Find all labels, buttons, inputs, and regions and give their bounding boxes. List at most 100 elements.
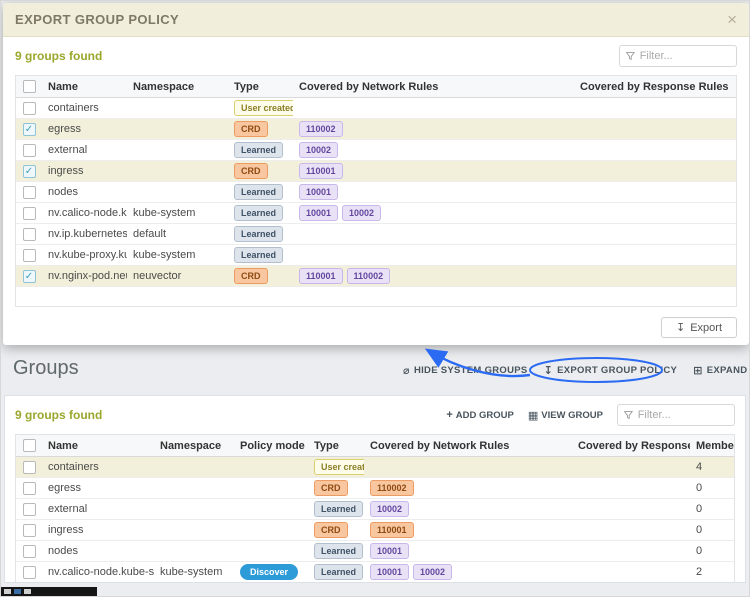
table-row[interactable]: ✓ ingress CRD 110001 (16, 161, 736, 182)
groups-filter-input[interactable] (637, 409, 728, 421)
expand-grid-label: EXPAND GRID (706, 365, 749, 376)
name-cell: egress (48, 482, 82, 494)
namespace-cell (127, 169, 228, 173)
column-header[interactable]: Covered by Network Rules (293, 79, 574, 95)
column-header[interactable]: Policy mode (234, 438, 308, 454)
column-header[interactable]: Covered by Network Rules (364, 438, 572, 454)
page-header: Groups ⌀ HIDE SYSTEM GROUPS ↧ EXPORT GRO… (1, 349, 749, 393)
row-checkbox[interactable] (22, 227, 36, 241)
column-header[interactable]: Members (690, 438, 734, 454)
row-checkbox[interactable] (22, 481, 36, 495)
row-checkbox[interactable] (22, 544, 36, 558)
close-icon[interactable]: × (727, 11, 737, 28)
namespace-cell (127, 127, 228, 131)
row-checkbox[interactable] (22, 460, 36, 474)
network-rules-cell (364, 465, 572, 469)
rule-chip: 110001 (370, 522, 414, 538)
select-all-checkbox[interactable] (22, 80, 36, 93)
table-row[interactable]: external Learned 10002 (16, 140, 736, 161)
table-row[interactable]: nv.calico-node.kube-sys kube-system Discov… (16, 562, 734, 582)
row-checkbox[interactable] (22, 185, 36, 199)
column-header[interactable]: Covered by Response R... (572, 438, 690, 454)
row-checkbox[interactable]: ✓ (22, 269, 36, 283)
members-cell: 0 (696, 524, 703, 536)
namespace-cell (154, 549, 234, 553)
row-checkbox-cell (16, 480, 42, 497)
export-group-policy-button[interactable]: ↧ EXPORT GROUP POLICY (544, 364, 678, 377)
view-group-label: VIEW GROUP (541, 409, 603, 421)
row-checkbox[interactable] (22, 523, 36, 537)
modal-top-row: 9 groups found (15, 45, 737, 67)
row-checkbox[interactable] (22, 101, 36, 115)
table-row[interactable]: nv.kube-proxy.kub kube-system Learned (16, 245, 736, 266)
rule-chip: 10001 (370, 564, 410, 580)
type-cell: Learned (228, 245, 293, 265)
table-row[interactable]: ✓ egress CRD 110002 (16, 119, 736, 140)
name-cell: egress (48, 123, 82, 135)
grid-icon: ▦ (527, 409, 539, 422)
namespace-cell (127, 190, 228, 194)
column-header[interactable]: Type (308, 438, 364, 454)
type-badge: Learned (234, 142, 284, 158)
column-header[interactable]: Name (42, 438, 154, 454)
row-checkbox[interactable] (22, 565, 36, 579)
column-header[interactable]: Type (228, 79, 293, 95)
row-checkbox-cell: ✓ (16, 163, 42, 180)
table-row[interactable]: ingress CRD 110001 0 (16, 520, 734, 541)
view-group-button[interactable]: ▦ VIEW GROUP (528, 409, 603, 422)
row-checkbox[interactable]: ✓ (22, 122, 36, 136)
type-badge: Learned (234, 184, 284, 200)
column-header[interactable]: Covered by Response Rules (574, 79, 736, 95)
policy-mode-cell (234, 549, 308, 553)
table-row[interactable]: containers User created 4 (16, 457, 734, 478)
type-cell: CRD (228, 266, 293, 286)
policy-mode-cell (234, 528, 308, 532)
row-checkbox[interactable] (22, 143, 36, 157)
policy-mode-cell (234, 465, 308, 469)
table-row[interactable]: nodes Learned 10001 0 (16, 541, 734, 562)
rule-chip: 110002 (299, 121, 343, 137)
rule-chip: 110002 (370, 480, 414, 496)
groups-table: Name Namespace Policy mode Type Covered by N… (15, 434, 735, 582)
type-badge: CRD (234, 268, 268, 284)
response-rules-cell (572, 570, 690, 574)
card-top-row: 9 groups found + ADD GROUP ▦ VIEW GROUP (15, 404, 735, 426)
modal-filter-input[interactable] (639, 50, 730, 62)
row-checkbox-cell: ✓ (16, 121, 42, 138)
column-header[interactable]: Namespace (154, 438, 234, 454)
row-checkbox[interactable] (22, 206, 36, 220)
select-all-cell (16, 437, 42, 454)
table-row[interactable]: nv.ip.kubernetes.d default Learned (16, 224, 736, 245)
hide-system-groups-label: HIDE SYSTEM GROUPS (413, 365, 528, 376)
table-row[interactable]: nodes Learned 10001 (16, 182, 736, 203)
row-checkbox[interactable] (22, 248, 36, 262)
table-row[interactable]: external Learned 10002 0 (16, 499, 734, 520)
table-row[interactable]: nv.calico-node.kub kube-system Learned 1000… (16, 203, 736, 224)
type-badge: User created (234, 100, 293, 116)
expand-grid-button[interactable]: ⊞ EXPAND GRID (693, 364, 749, 377)
row-checkbox-cell: ✓ (16, 268, 42, 285)
type-badge: CRD (234, 121, 268, 137)
table-row[interactable]: ✓ nv.nginx-pod.neuv neuvector CRD 1100011100… (16, 266, 736, 287)
column-header[interactable]: Namespace (127, 79, 228, 95)
row-checkbox[interactable] (22, 502, 36, 516)
response-rules-cell (572, 507, 690, 511)
export-button-label: Export (690, 321, 722, 334)
table-row[interactable]: egress CRD 110002 0 (16, 478, 734, 499)
add-group-button[interactable]: + ADD GROUP (446, 409, 514, 421)
name-cell: nv.ip.kubernetes.d (48, 228, 127, 240)
select-all-checkbox[interactable] (22, 439, 36, 452)
type-cell: CRD (308, 520, 364, 540)
groups-card: 9 groups found + ADD GROUP ▦ VIEW GROUP (4, 395, 746, 583)
column-header[interactable]: Name (42, 79, 127, 95)
hide-system-groups-button[interactable]: ⌀ HIDE SYSTEM GROUPS (403, 364, 528, 377)
members-cell: 0 (696, 482, 703, 494)
row-checkbox-cell (16, 522, 42, 539)
type-badge: CRD (234, 163, 268, 179)
network-rules-cell: 10001 (364, 541, 572, 561)
download-icon: ↧ (543, 365, 554, 377)
row-checkbox[interactable]: ✓ (22, 164, 36, 178)
table-row[interactable]: containers User created (16, 98, 736, 119)
export-button[interactable]: ↧ Export (660, 317, 737, 338)
namespace-cell (154, 486, 234, 490)
